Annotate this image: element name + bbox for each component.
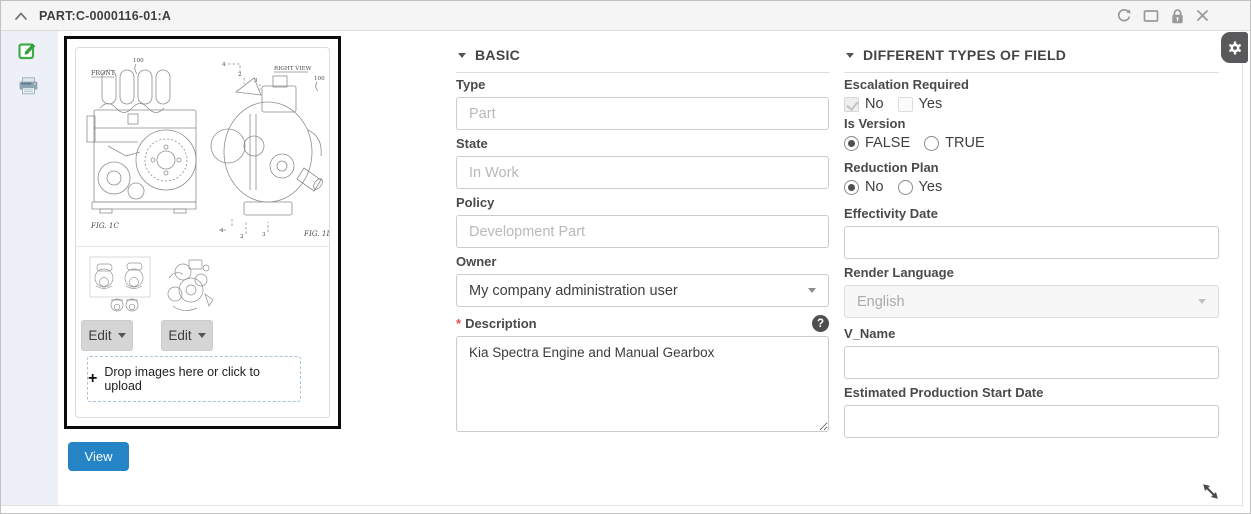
form-panel: FRONT 100 xyxy=(1,31,1243,506)
is-version-true-label: TRUE xyxy=(945,135,984,151)
type-label: Type xyxy=(456,77,829,92)
escalation-no-option: No xyxy=(844,96,884,112)
image-thumbnail-1[interactable] xyxy=(89,256,153,314)
chevron-down-icon xyxy=(118,333,126,338)
edit-image-1-button[interactable]: Edit xyxy=(81,320,133,351)
gear-icon xyxy=(1227,40,1243,56)
radio-unselected-icon xyxy=(898,180,913,195)
figure-callout-top-2: 2 xyxy=(238,72,242,78)
production-start-date-field[interactable] xyxy=(844,405,1219,438)
part-technical-drawing[interactable]: FRONT 100 xyxy=(78,50,329,242)
type-field xyxy=(456,97,829,130)
lock-icon[interactable] xyxy=(1170,8,1185,24)
effectivity-date-field[interactable] xyxy=(844,226,1219,259)
description-label-row: * Description ? xyxy=(456,315,829,332)
is-version-false-label: FALSE xyxy=(865,135,910,151)
figure-ref-right: 100 xyxy=(314,76,325,82)
chevron-down-icon xyxy=(808,288,816,293)
description-field[interactable]: Kia Spectra Engine and Manual Gearbox xyxy=(456,336,829,432)
different-types-section: DIFFERENT TYPES OF FIELD Escalation Requ… xyxy=(844,46,1219,438)
view-button[interactable]: View xyxy=(68,442,129,471)
escalation-yes-label: Yes xyxy=(919,96,943,112)
image-card: FRONT 100 xyxy=(75,47,330,418)
basic-section: BASIC Type State Policy Owner My company… xyxy=(456,46,829,437)
is-version-label: Is Version xyxy=(844,116,1219,131)
figure-callout-bottom-2: 2 xyxy=(240,234,244,240)
help-icon[interactable]: ? xyxy=(812,315,829,332)
edit-image-2-label: Edit xyxy=(168,328,191,343)
chevron-down-icon xyxy=(198,333,206,338)
plus-icon: + xyxy=(88,371,97,387)
description-label: Description xyxy=(465,316,537,331)
reduction-plan-options: No Yes xyxy=(844,178,1219,196)
is-version-false-radio[interactable]: FALSE xyxy=(844,135,910,151)
state-field xyxy=(456,156,829,189)
basic-section-header[interactable]: BASIC xyxy=(456,46,829,73)
reduction-plan-yes-radio[interactable]: Yes xyxy=(898,179,943,195)
page-title: PART:C-0000116-01:A xyxy=(39,9,171,23)
reduction-plan-no-label: No xyxy=(865,179,884,195)
is-version-true-radio[interactable]: TRUE xyxy=(924,135,984,151)
titlebar-actions xyxy=(1116,8,1209,24)
production-start-date-label: Estimated Production Start Date xyxy=(844,385,1219,400)
owner-selected-value: My company administration user xyxy=(469,283,678,299)
figure-fig-right-label: FIG. 1D xyxy=(303,229,329,238)
owner-select[interactable]: My company administration user xyxy=(456,274,829,307)
escalation-yes-option: Yes xyxy=(898,96,943,112)
figure-right-view-label: RIGHT VIEW xyxy=(274,66,312,72)
reduction-plan-no-radio[interactable]: No xyxy=(844,179,884,195)
resize-handle-icon[interactable] xyxy=(1201,482,1220,501)
collapse-chevron-up-icon[interactable] xyxy=(14,11,28,21)
radio-selected-icon xyxy=(844,180,859,195)
settings-tab[interactable] xyxy=(1221,32,1248,63)
figure-fig-left-label: FIG. 1C xyxy=(90,221,119,230)
image-card-divider xyxy=(76,246,329,247)
radio-unselected-icon xyxy=(924,136,939,151)
action-sidebar xyxy=(1,31,58,505)
edit-image-1-label: Edit xyxy=(88,328,111,343)
image-upload-dropzone[interactable]: + Drop images here or click to upload xyxy=(87,356,301,402)
required-asterisk: * xyxy=(456,316,461,331)
maximize-icon[interactable] xyxy=(1143,9,1159,23)
refresh-icon[interactable] xyxy=(1116,8,1132,24)
radio-selected-icon xyxy=(844,136,859,151)
print-icon[interactable] xyxy=(18,77,39,95)
v-name-label: V_Name xyxy=(844,326,1219,341)
checkbox-checked-icon xyxy=(844,97,859,112)
render-language-select: English xyxy=(844,285,1219,318)
effectivity-date-label: Effectivity Date xyxy=(844,206,1219,221)
v-name-field[interactable] xyxy=(844,346,1219,379)
render-language-value: English xyxy=(857,294,905,310)
figure-ref-left: 100 xyxy=(133,58,144,64)
policy-field xyxy=(456,215,829,248)
close-icon[interactable] xyxy=(1196,9,1209,22)
image-frame: FRONT 100 xyxy=(64,36,341,429)
escalation-required-options: No Yes xyxy=(844,95,1219,113)
checkbox-unchecked-icon xyxy=(898,97,913,112)
part-edit-window: PART:C-0000116-01:A xyxy=(0,0,1251,514)
chevron-down-icon xyxy=(1198,299,1206,304)
escalation-no-label: No xyxy=(865,96,884,112)
policy-label: Policy xyxy=(456,195,829,210)
image-thumbnail-2[interactable] xyxy=(161,254,219,316)
reduction-plan-label: Reduction Plan xyxy=(844,160,1219,175)
different-types-section-title: DIFFERENT TYPES OF FIELD xyxy=(863,47,1066,63)
state-label: State xyxy=(456,136,829,151)
reduction-plan-yes-label: Yes xyxy=(919,179,943,195)
collapse-caret-icon xyxy=(846,53,854,58)
different-types-section-header[interactable]: DIFFERENT TYPES OF FIELD xyxy=(844,46,1219,73)
collapse-caret-icon xyxy=(458,53,466,58)
edit-image-2-button[interactable]: Edit xyxy=(161,320,213,351)
basic-section-title: BASIC xyxy=(475,47,520,63)
figure-callout-top-4: 4 xyxy=(222,62,226,68)
edit-icon[interactable] xyxy=(18,41,37,60)
titlebar: PART:C-0000116-01:A xyxy=(1,1,1250,31)
figure-callout-bottom-4: 4 xyxy=(220,228,224,234)
owner-label: Owner xyxy=(456,254,829,269)
figure-callout-bottom-3: 3 xyxy=(262,232,266,238)
dropzone-text: Drop images here or click to upload xyxy=(104,365,300,393)
render-language-label: Render Language xyxy=(844,265,1219,280)
escalation-required-label: Escalation Required xyxy=(844,77,1219,92)
is-version-options: FALSE TRUE xyxy=(844,134,1219,152)
